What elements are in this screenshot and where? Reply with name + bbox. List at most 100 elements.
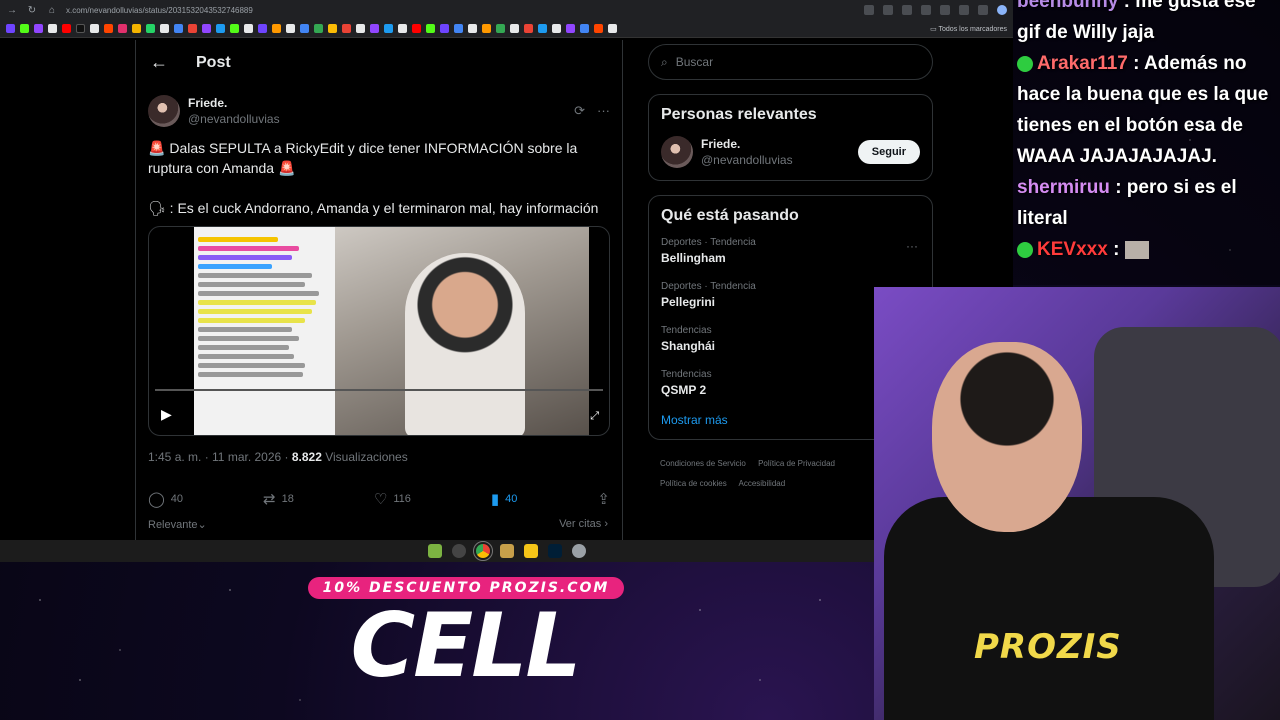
bookmark-icon[interactable] — [384, 24, 393, 33]
footer-link[interactable]: Accesibilidad — [738, 479, 785, 488]
bookmark-icon[interactable] — [426, 24, 435, 33]
bookmark-icon[interactable] — [174, 24, 183, 33]
author-name[interactable]: Friede. — [188, 96, 280, 110]
relevant-person-name[interactable]: Friede. — [701, 137, 793, 151]
bookmark-icon[interactable] — [286, 24, 295, 33]
share-button[interactable]: ⇪ — [597, 490, 610, 508]
extension-icon[interactable] — [978, 5, 988, 15]
bookmark-icon[interactable] — [188, 24, 197, 33]
bookmark-icon[interactable] — [524, 24, 533, 33]
forward-icon[interactable]: → — [6, 5, 18, 16]
install-icon[interactable] — [864, 5, 874, 15]
bookmark-icon[interactable] — [48, 24, 57, 33]
footer-link[interactable]: Política de cookies — [660, 479, 727, 488]
folder-icon[interactable] — [523, 544, 538, 558]
bookmark-icon[interactable] — [370, 24, 379, 33]
bookmark-icon[interactable] — [104, 24, 113, 33]
bookmark-icon[interactable] — [314, 24, 323, 33]
video-progress-bar[interactable] — [155, 389, 603, 391]
chrome-icon[interactable] — [472, 541, 493, 561]
bookmark-icon[interactable] — [230, 24, 239, 33]
app-icon[interactable] — [571, 544, 586, 558]
profile-icon[interactable] — [997, 5, 1007, 15]
bookmark-button[interactable]: ▮ 40 — [491, 490, 518, 508]
bookmark-icon[interactable] — [454, 24, 463, 33]
bookmark-icon[interactable] — [552, 24, 561, 33]
bookmark-icon[interactable] — [482, 24, 491, 33]
play-icon[interactable]: ▶ — [161, 406, 172, 423]
siren-emoji: 🚨 — [148, 140, 166, 156]
search-input[interactable]: ⌕ Buscar — [648, 44, 933, 80]
reload-icon[interactable]: ↻ — [26, 5, 38, 16]
bookmark-icon[interactable] — [90, 24, 99, 33]
webcam-feed: PROZIS — [874, 287, 1280, 720]
quotes-link[interactable]: Ver citas › — [559, 518, 608, 531]
bookmark-icon[interactable] — [496, 24, 505, 33]
bookmark-icon[interactable] — [566, 24, 575, 33]
bookmark-icon[interactable] — [272, 24, 281, 33]
bookmark-icon[interactable] — [594, 24, 603, 33]
like-button[interactable]: ♡ 116 — [374, 490, 411, 508]
avatar[interactable] — [661, 136, 693, 168]
back-arrow-icon[interactable]: ← — [150, 52, 168, 73]
chat-screenshot — [194, 227, 336, 435]
bookmark-icon[interactable] — [202, 24, 211, 33]
bookmark-icon: ▮ — [490, 491, 500, 508]
streamer-shirt — [884, 497, 1214, 720]
post-timestamp[interactable]: 1:45 a. m. · 11 mar. 2026 · — [148, 450, 292, 464]
avatar[interactable] — [148, 95, 180, 127]
repost-button[interactable]: ⇄ 18 — [263, 490, 294, 508]
bookmark-icon[interactable] — [76, 24, 85, 33]
bookmark-icon[interactable] — [398, 24, 407, 33]
bookmark-icon[interactable] — [510, 24, 519, 33]
bookmark-icon[interactable] — [6, 24, 15, 33]
zoom-icon[interactable] — [883, 5, 893, 15]
app-icon[interactable] — [451, 544, 466, 558]
trend-item[interactable]: Deportes · Tendencia Bellingham ··· — [649, 231, 932, 275]
bookmark-icon[interactable] — [300, 24, 309, 33]
chat-message: Arakar117 : Además no hace la buena que … — [1017, 48, 1276, 172]
reply-button[interactable]: ◯ 40 — [148, 490, 183, 508]
bookmark-icon[interactable] — [244, 24, 253, 33]
relevant-person-handle[interactable]: @nevandolluvias — [701, 153, 793, 167]
bookmarks-folder[interactable]: ▭ Todos los marcadores — [930, 25, 1007, 33]
sort-dropdown[interactable]: Relevante⌄ — [148, 518, 207, 531]
bookmark-icon[interactable] — [608, 24, 617, 33]
bookmark-icon[interactable] — [580, 24, 589, 33]
bookmark-icon[interactable] — [118, 24, 127, 33]
follow-button[interactable]: Seguir — [857, 140, 920, 164]
bookmark-icon[interactable] — [356, 24, 365, 33]
more-options-icon[interactable]: ··· — [597, 103, 610, 119]
relevant-person-row[interactable]: Friede. @nevandolluvias Seguir — [649, 130, 932, 180]
expand-icon[interactable]: ⤢ — [590, 410, 599, 423]
bookmark-icon[interactable] — [62, 24, 71, 33]
bookmark-icon[interactable] — [328, 24, 337, 33]
home-icon[interactable]: ⌂ — [46, 5, 58, 16]
bookmark-icon[interactable] — [216, 24, 225, 33]
author-handle[interactable]: @nevandolluvias — [188, 112, 280, 126]
extension-icon[interactable] — [921, 5, 931, 15]
photoshop-icon[interactable] — [547, 544, 562, 558]
extension-icon[interactable] — [959, 5, 969, 15]
footer-link[interactable]: Política de Privacidad — [758, 459, 835, 468]
star-icon[interactable] — [902, 5, 912, 15]
bookmark-icon[interactable] — [538, 24, 547, 33]
app-icon[interactable] — [499, 544, 514, 558]
grok-icon[interactable]: ⟳ — [574, 103, 585, 119]
bookmark-icon[interactable] — [342, 24, 351, 33]
bookmark-icon[interactable] — [412, 24, 421, 33]
bookmark-icon[interactable] — [34, 24, 43, 33]
app-icon[interactable] — [427, 544, 442, 558]
bookmark-icon[interactable] — [20, 24, 29, 33]
bookmark-icon[interactable] — [440, 24, 449, 33]
extension-icon[interactable] — [940, 5, 950, 15]
bookmark-icon[interactable] — [160, 24, 169, 33]
url-field[interactable]: x.com/nevandolluvias/status/203153204353… — [66, 6, 856, 15]
bookmark-icon[interactable] — [468, 24, 477, 33]
video-player[interactable]: ▶ ⤢ — [148, 226, 610, 436]
bookmark-icon[interactable] — [146, 24, 155, 33]
bookmark-icon[interactable] — [258, 24, 267, 33]
footer-link[interactable]: Condiciones de Servicio — [660, 459, 746, 468]
bookmark-icon[interactable] — [132, 24, 141, 33]
more-options-icon[interactable]: ··· — [906, 239, 918, 253]
